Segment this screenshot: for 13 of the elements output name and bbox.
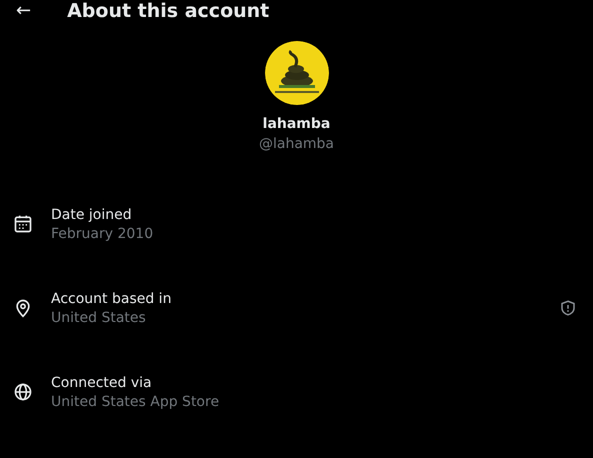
info-value: United States App Store [51,394,220,410]
page-title: About this account [67,0,270,22]
globe-icon [13,382,33,402]
info-label: Connected via [51,374,153,390]
info-label: Account based in [51,290,172,306]
calendar-icon [13,214,33,234]
info-value: United States [51,310,147,326]
username: @lahamba [258,136,334,152]
info-value: February 2010 [51,226,154,242]
shield-icon[interactable] [559,299,577,317]
back-arrow[interactable]: ← [16,1,32,21]
info-label: Date joined [51,206,133,222]
display-name: lahamba [262,116,330,132]
